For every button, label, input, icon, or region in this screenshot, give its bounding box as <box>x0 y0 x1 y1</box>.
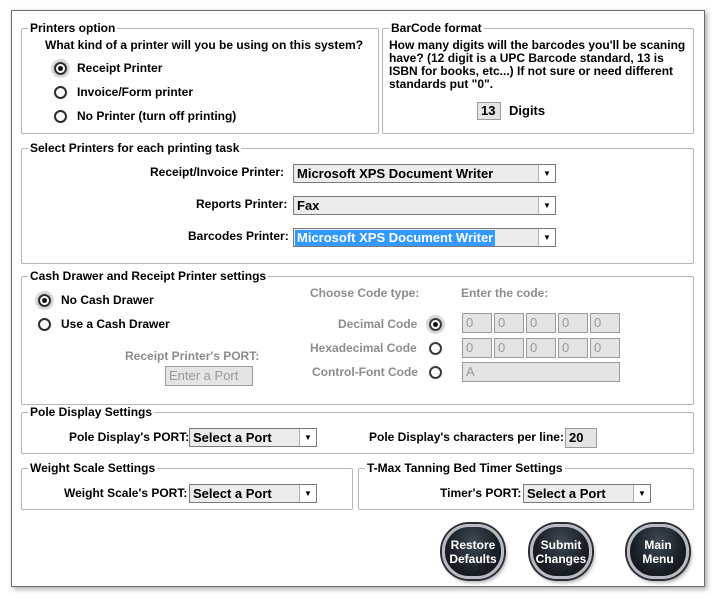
select-printers-title: Select Printers for each printing task <box>28 141 242 156</box>
receipt-invoice-printer-label: Receipt/Invoice Printer: <box>150 165 285 179</box>
chevron-down-icon[interactable]: ▼ <box>538 229 555 246</box>
cash-drawer-title: Cash Drawer and Receipt Printer settings <box>28 269 269 284</box>
decimal-code-input-5[interactable]: 0 <box>590 313 620 333</box>
weight-scale-title: Weight Scale Settings <box>28 461 158 476</box>
select-value: Microsoft XPS Document Writer <box>295 230 496 246</box>
control-font-code-input[interactable]: A <box>462 362 620 382</box>
chevron-down-icon[interactable]: ▼ <box>538 165 555 182</box>
decimal-code-input-1[interactable]: 0 <box>462 313 492 333</box>
choose-code-type-label: Choose Code type: <box>310 286 420 300</box>
pole-display-port-select[interactable]: Select a Port ▼ <box>189 428 317 447</box>
timer-port-label: Timer's PORT: <box>440 486 522 500</box>
hex-code-input-3[interactable]: 0 <box>526 338 556 358</box>
printers-option-question: What kind of a printer will you be using… <box>45 38 364 52</box>
weight-scale-port-label: Weight Scale's PORT: <box>64 486 188 500</box>
chevron-down-icon[interactable]: ▼ <box>538 197 555 214</box>
radio-label[interactable]: Use a Cash Drawer <box>61 317 170 332</box>
radio-icon[interactable] <box>54 62 67 75</box>
receipt-printer-port-input[interactable]: Enter a Port <box>165 366 253 386</box>
button-label-line: Submit <box>540 538 582 552</box>
chevron-down-icon[interactable]: ▼ <box>633 485 650 502</box>
radio-hex-code[interactable] <box>429 342 442 355</box>
radio-icon[interactable] <box>54 86 67 99</box>
main-menu-button[interactable]: Main Menu <box>627 524 689 579</box>
barcode-format-title: BarCode format <box>389 21 484 36</box>
select-value: Select a Port <box>527 486 606 501</box>
radio-label[interactable]: Invoice/Form printer <box>77 85 193 100</box>
button-label-line: Menu <box>642 552 674 566</box>
printers-option-title: Printers option <box>28 21 118 36</box>
decimal-code-input-4[interactable]: 0 <box>558 313 588 333</box>
barcode-desc-line: standards put "0". <box>389 77 494 91</box>
digits-label: Digits <box>509 103 546 118</box>
chevron-down-icon[interactable]: ▼ <box>299 429 316 446</box>
timer-port-select[interactable]: Select a Port ▼ <box>523 484 651 503</box>
radio-decimal-code[interactable] <box>429 318 442 331</box>
reports-printer-select[interactable]: Fax ▼ <box>293 196 556 215</box>
pole-display-title: Pole Display Settings <box>28 405 155 420</box>
barcodes-printer-select[interactable]: Microsoft XPS Document Writer ▼ <box>293 228 556 247</box>
radio-control-font-code[interactable] <box>429 366 442 379</box>
radio-icon[interactable] <box>38 318 51 331</box>
hex-code-input-1[interactable]: 0 <box>462 338 492 358</box>
radio-icon[interactable] <box>38 294 51 307</box>
receipt-invoice-printer-select[interactable]: Microsoft XPS Document Writer ▼ <box>293 164 556 183</box>
hex-code-input-4[interactable]: 0 <box>558 338 588 358</box>
tmax-timer-title: T-Max Tanning Bed Timer Settings <box>365 461 565 476</box>
button-label-line: Changes <box>535 552 587 566</box>
reports-printer-label: Reports Printer: <box>196 197 288 211</box>
pole-display-chars-label: Pole Display's characters per line: <box>369 430 564 444</box>
button-label-line: Defaults <box>449 552 497 566</box>
decimal-code-input-3[interactable]: 0 <box>526 313 556 333</box>
select-value: Select a Port <box>193 430 272 445</box>
radio-label[interactable]: Receipt Printer <box>77 61 162 76</box>
button-label-line: Restore <box>450 538 496 552</box>
radio-icon[interactable] <box>54 110 67 123</box>
receipt-printer-port-label: Receipt Printer's PORT: <box>125 349 260 363</box>
button-label-line: Main <box>644 538 672 552</box>
select-value: Microsoft XPS Document Writer <box>297 166 494 181</box>
radio-label[interactable]: No Cash Drawer <box>61 293 154 308</box>
barcode-digits-input[interactable]: 13 <box>477 102 501 120</box>
hex-code-input-5[interactable]: 0 <box>590 338 620 358</box>
decimal-code-label: Decimal Code <box>338 317 418 331</box>
decimal-code-input-2[interactable]: 0 <box>494 313 524 333</box>
select-value: Fax <box>297 198 320 213</box>
control-font-code-label: Control-Font Code <box>312 365 418 379</box>
chevron-down-icon[interactable]: ▼ <box>299 485 316 502</box>
restore-defaults-button[interactable]: Restore Defaults <box>442 524 504 579</box>
weight-scale-port-select[interactable]: Select a Port ▼ <box>189 484 317 503</box>
hex-code-input-2[interactable]: 0 <box>494 338 524 358</box>
hex-code-label: Hexadecimal Code <box>310 341 417 355</box>
radio-label[interactable]: No Printer (turn off printing) <box>77 109 236 124</box>
select-value: Select a Port <box>193 486 272 501</box>
pole-display-port-label: Pole Display's PORT: <box>69 430 190 444</box>
barcodes-printer-label: Barcodes Printer: <box>188 229 289 243</box>
settings-window: Printers option What kind of a printer w… <box>11 10 705 587</box>
enter-code-label: Enter the code: <box>461 286 549 300</box>
submit-changes-button[interactable]: Submit Changes <box>530 524 592 579</box>
pole-display-chars-input[interactable]: 20 <box>565 428 597 448</box>
